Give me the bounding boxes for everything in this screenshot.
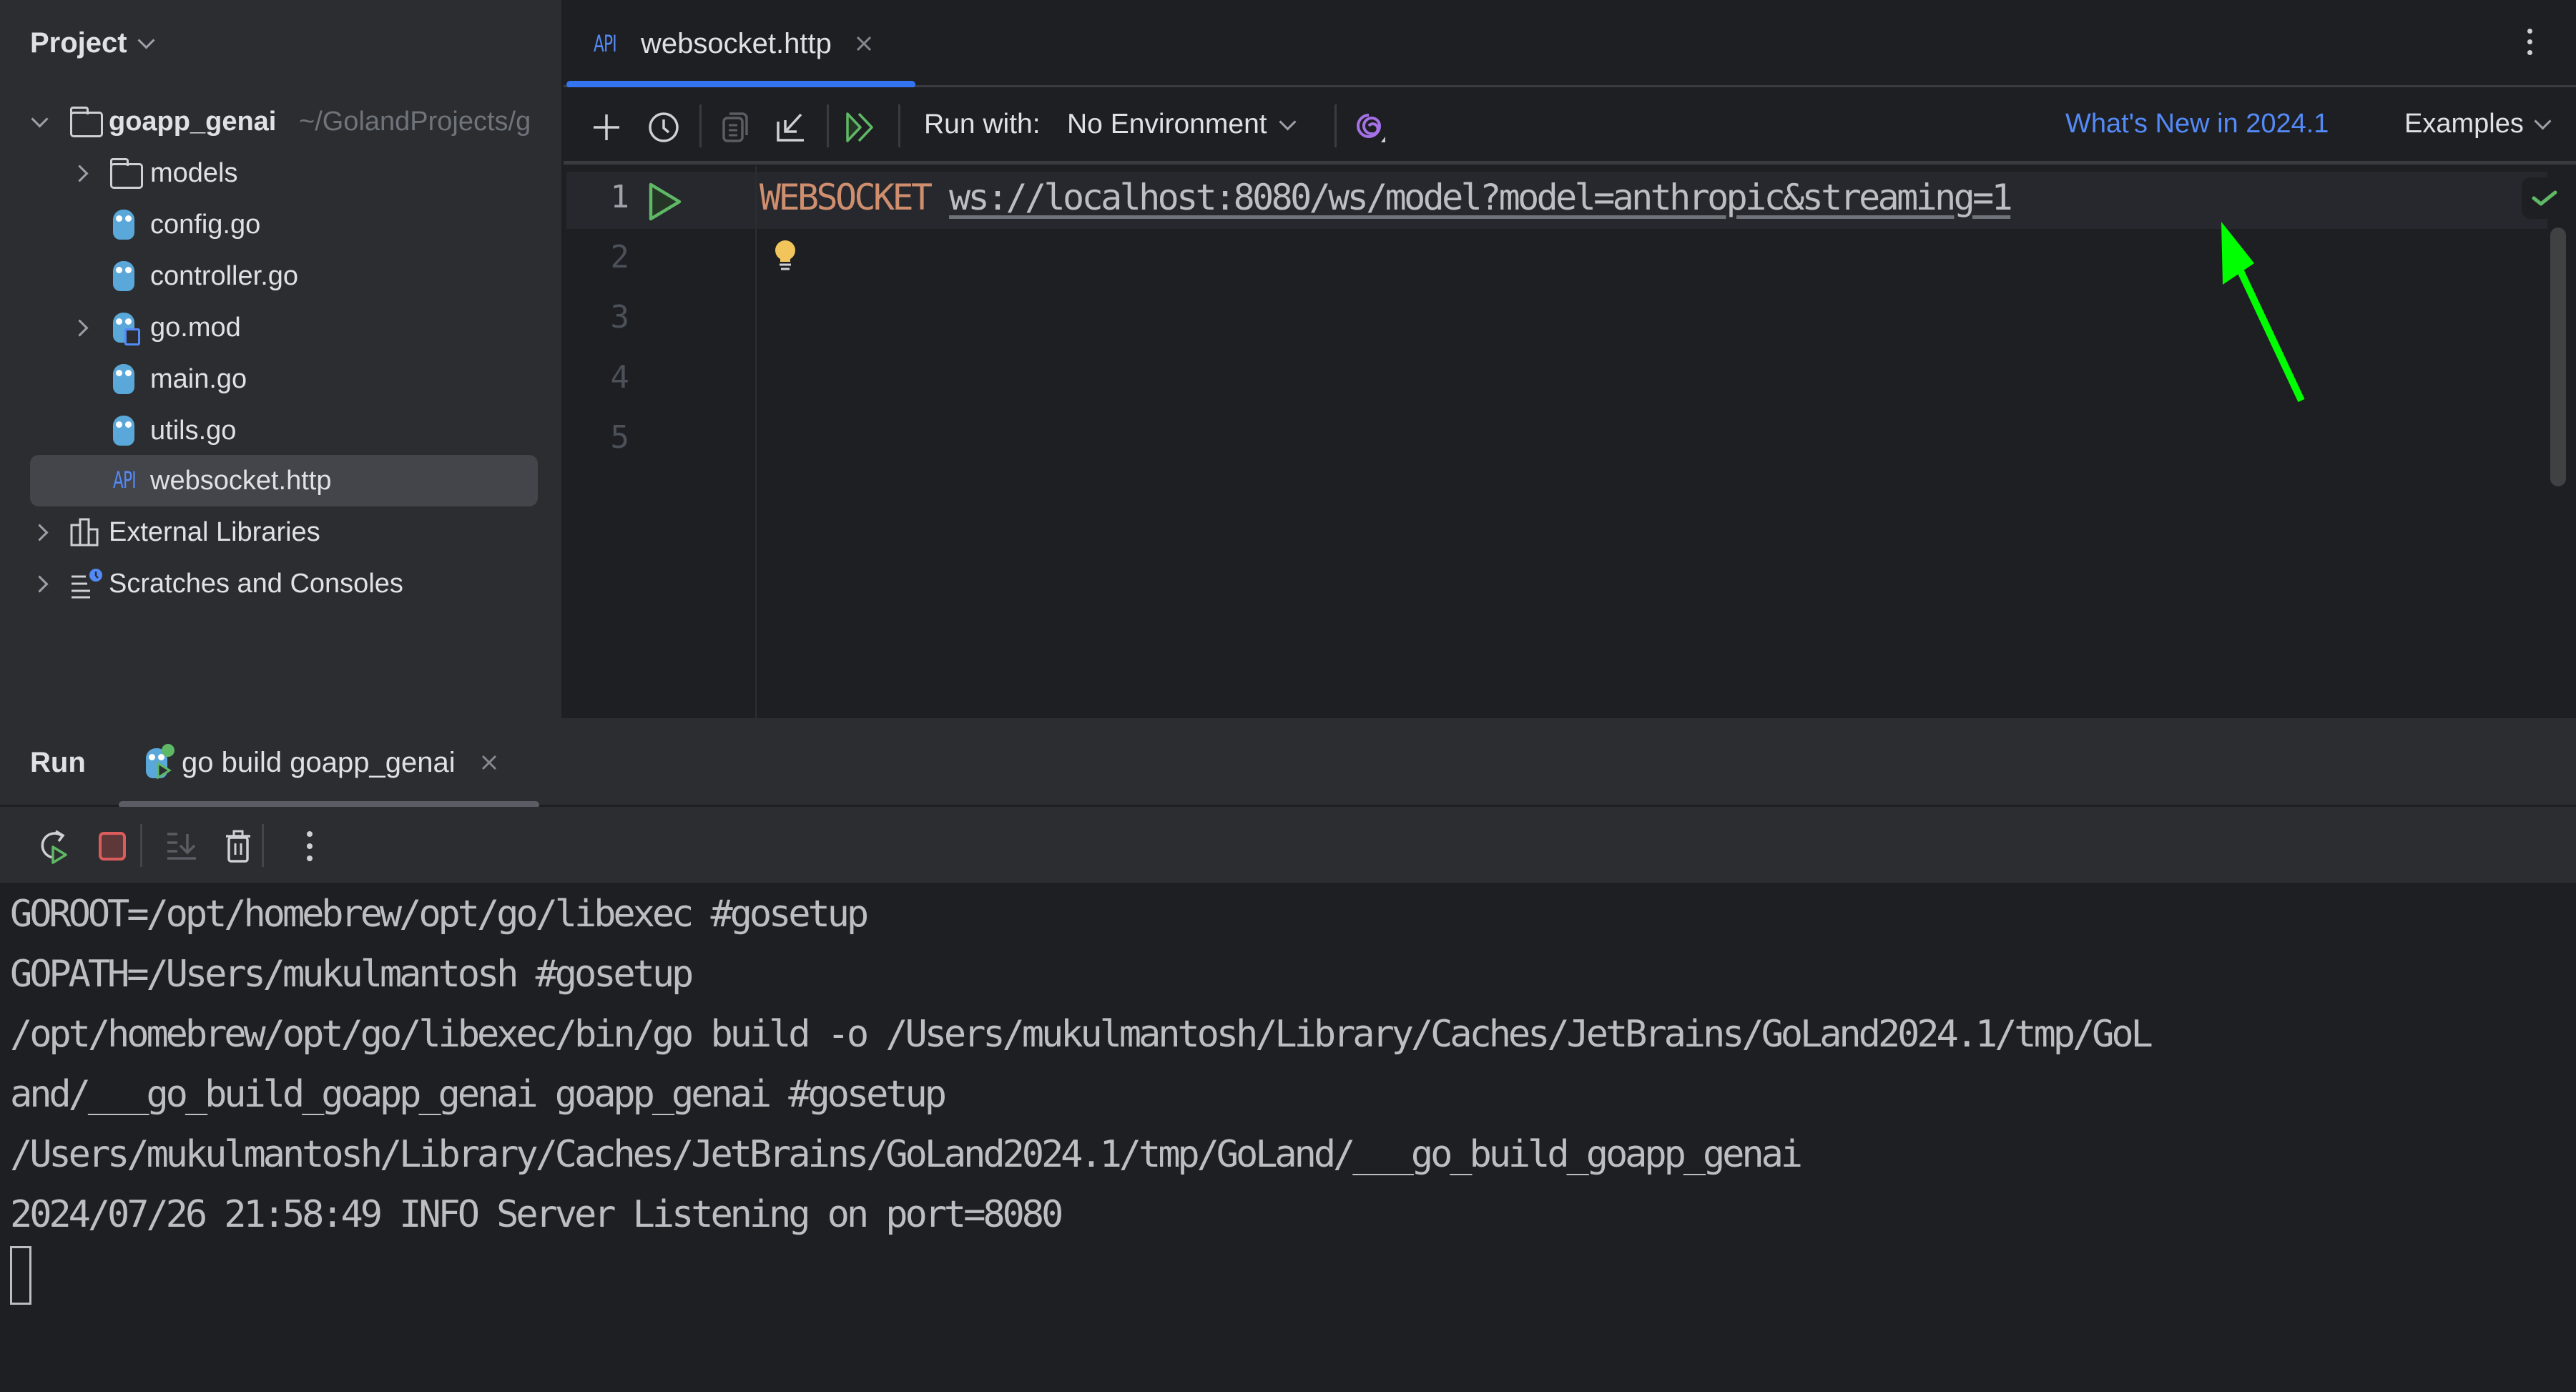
line-number: 2 — [610, 239, 630, 275]
console-line: 2024/07/26 21:58:49 INFO Server Listenin… — [10, 1193, 1063, 1236]
tree-item-label: controller.go — [150, 260, 299, 291]
http-file-icon: API — [113, 466, 137, 494]
tree-item-label: models — [150, 157, 238, 188]
http-file-icon: API — [594, 30, 617, 57]
run-configuration-tab[interactable]: go build goapp_genai — [143, 744, 498, 781]
lightbulb-icon[interactable] — [771, 237, 800, 275]
chevron-down-icon — [1279, 112, 1297, 131]
close-icon[interactable] — [855, 28, 873, 60]
examples-label: Examples — [2404, 109, 2524, 139]
line-number: 4 — [610, 359, 630, 396]
project-view-selector[interactable]: Project — [30, 27, 155, 59]
examples-dropdown[interactable]: Examples — [2404, 109, 2552, 139]
chevron-right-icon[interactable] — [30, 523, 49, 541]
tree-item-label: go.mod — [150, 312, 241, 343]
environment-value: No Environment — [1067, 109, 1267, 139]
console-cursor — [10, 1246, 31, 1305]
ai-assistant-icon[interactable] — [1349, 107, 1389, 147]
line-number: 1 — [610, 179, 630, 215]
editor-scrollbar[interactable] — [2550, 227, 2566, 486]
run-request-icon[interactable] — [647, 182, 684, 225]
go-mod-icon — [113, 313, 140, 345]
run-panel-title: Run — [30, 747, 86, 778]
root-path: ~/GolandProjects/g — [299, 106, 531, 137]
tab-label: websocket.http — [641, 27, 832, 59]
scroll-to-end-icon[interactable] — [164, 828, 200, 864]
check-icon — [2532, 190, 2557, 206]
import-icon[interactable] — [771, 107, 811, 147]
go-file-icon — [113, 210, 134, 240]
console-line: GOPATH=/Users/mukulmantosh #gosetup — [10, 953, 694, 996]
scratches-icon — [70, 568, 103, 599]
stop-icon[interactable] — [94, 828, 130, 864]
console-toolbar — [0, 807, 2576, 883]
console-line: /opt/homebrew/opt/go/libexec/bin/go buil… — [10, 1013, 2153, 1056]
toolbar-separator — [827, 104, 829, 147]
go-file-icon — [113, 261, 134, 291]
history-icon[interactable] — [644, 107, 684, 147]
more-options-icon[interactable] — [2526, 29, 2533, 55]
toolbar-separator — [262, 824, 264, 867]
line-number: 3 — [610, 299, 630, 335]
library-icon — [70, 518, 102, 546]
tree-item-label: External Libraries — [109, 516, 320, 547]
toolbar-separator — [1334, 104, 1337, 147]
http-method-keyword: WEBSOCKET — [759, 177, 933, 218]
environment-selector[interactable]: No Environment — [1067, 109, 1297, 140]
code-line-1[interactable]: WEBSOCKET ws://localhost:8080/ws/model?m… — [759, 177, 2013, 218]
whats-new-link[interactable]: What's New in 2024.1 — [2065, 109, 2329, 139]
tree-item-label: Scratches and Consoles — [109, 568, 403, 599]
console-line: /Users/mukulmantosh/Library/Caches/JetBr… — [10, 1133, 1803, 1176]
toolbar-separator — [699, 104, 702, 147]
rerun-icon[interactable] — [37, 828, 73, 864]
console-line: GOROOT=/opt/homebrew/opt/go/libexec #gos… — [10, 893, 869, 936]
toolbar-separator — [140, 824, 142, 867]
tree-item-label: utils.go — [150, 415, 237, 446]
folder-icon — [110, 158, 143, 189]
tree-item-label: config.go — [150, 209, 261, 240]
chevron-right-icon[interactable] — [70, 318, 89, 337]
chevron-right-icon[interactable] — [30, 574, 49, 593]
folder-icon — [70, 107, 103, 137]
chevron-down-icon — [2534, 112, 2552, 130]
more-options-icon[interactable] — [292, 828, 328, 864]
line-number: 5 — [610, 419, 630, 456]
inspection-status[interactable] — [2522, 177, 2567, 219]
gutter-separator — [755, 166, 757, 718]
run-tab-label: go build goapp_genai — [182, 746, 456, 778]
chevron-right-icon[interactable] — [70, 164, 89, 182]
project-title: Project — [30, 27, 127, 59]
tree-item-label: websocket.http — [150, 465, 332, 496]
annotation-arrow-icon — [2221, 222, 2305, 403]
add-request-icon[interactable] — [586, 107, 626, 147]
go-build-icon — [143, 744, 174, 781]
clear-console-icon[interactable] — [220, 828, 256, 864]
tab-websocket-http[interactable]: API websocket.http — [572, 0, 873, 87]
go-file-icon — [113, 416, 134, 446]
run-all-requests-icon[interactable] — [841, 107, 881, 147]
run-with-label: Run with: — [924, 109, 1041, 139]
tree-item-label: main.go — [150, 363, 247, 394]
convert-curl-icon[interactable] — [715, 107, 755, 147]
close-icon[interactable] — [480, 747, 498, 779]
console-line: and/___go_build_goapp_genai goapp_genai … — [10, 1073, 947, 1116]
chevron-down-icon — [137, 31, 155, 49]
websocket-url[interactable]: ws://localhost:8080/ws/model?model=anthr… — [949, 177, 2013, 218]
go-file-icon — [113, 364, 134, 394]
root-name: goapp_genai — [109, 106, 277, 137]
toolbar-separator — [898, 104, 900, 147]
